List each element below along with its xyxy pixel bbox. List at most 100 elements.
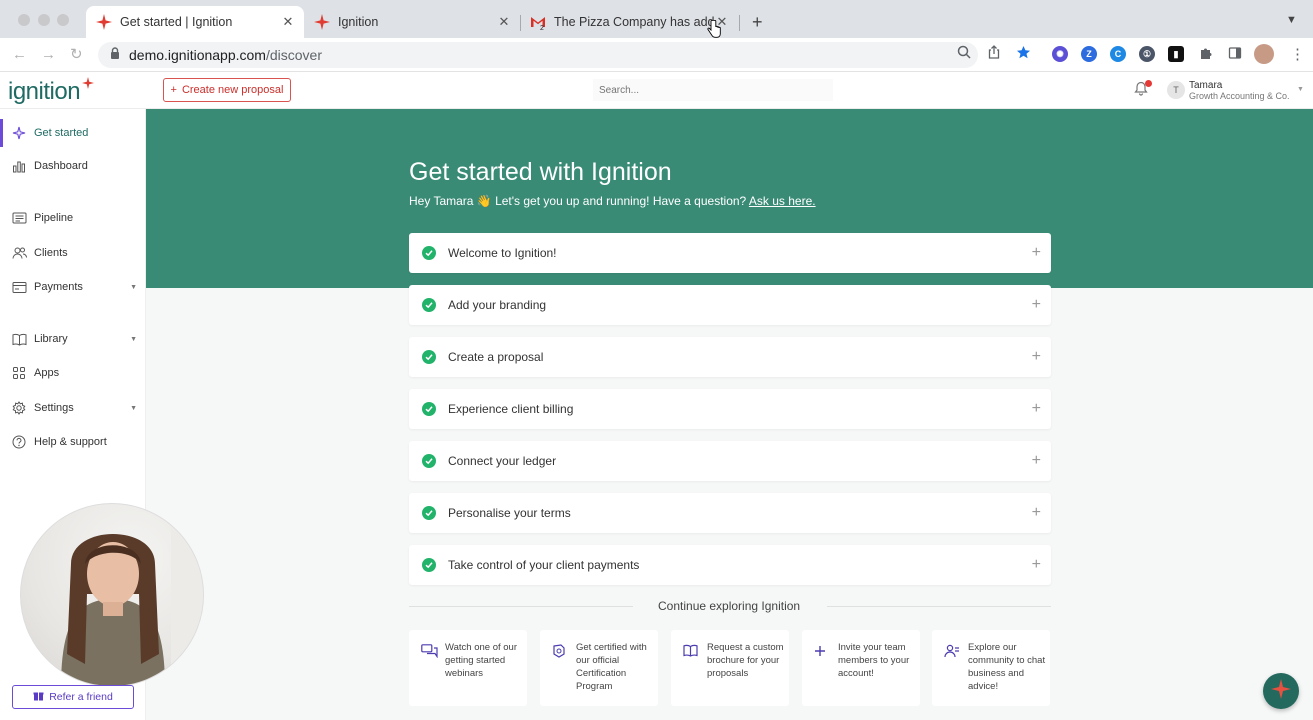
sidebar-item-get-started[interactable]: Get started [0,119,146,147]
side-panel-icon[interactable] [1226,44,1244,62]
step-label: Personalise your terms [448,506,571,520]
window-minimize-button[interactable] [38,14,50,26]
bookmark-star-icon[interactable] [1014,43,1032,61]
share-icon[interactable] [985,43,1003,61]
hero-subtitle: Hey Tamara 👋 Let's get you up and runnin… [409,194,816,208]
sidebar-item-clients[interactable]: Clients [0,239,146,267]
card-text: Request a custom brochure for your propo… [707,642,784,679]
new-tab-icon[interactable]: + [752,12,763,33]
step-proposal[interactable]: Create a proposal + [409,337,1051,377]
lock-icon [110,46,120,64]
sidebar-item-label: Pipeline [34,212,74,224]
window-zoom-button[interactable] [57,14,69,26]
expand-plus-icon[interactable]: + [1032,452,1041,470]
zoom-magnifier-icon[interactable] [955,43,973,61]
divider [409,606,633,607]
card-community[interactable]: Explore our community to chat business a… [932,630,1050,706]
extension-password-icon[interactable]: ① [1139,46,1155,62]
expand-plus-icon[interactable]: + [1032,348,1041,366]
expand-plus-icon[interactable]: + [1032,296,1041,314]
address-bar[interactable]: demo.ignitionapp.com/discover [98,42,978,68]
tab-search-chevron-icon[interactable]: ▼ [1286,14,1297,26]
sidebar-item-label: Dashboard [34,160,88,172]
step-label: Take control of your client payments [448,558,640,572]
ignition-star-icon [96,14,112,30]
expand-plus-icon[interactable]: + [1032,400,1041,418]
sidebar-item-label: Get started [34,127,89,139]
step-terms[interactable]: Personalise your terms + [409,493,1051,533]
expand-plus-icon[interactable]: + [1032,504,1041,522]
profile-avatar-icon[interactable] [1254,44,1274,64]
certificate-icon [552,644,566,664]
step-label: Welcome to Ignition! [448,246,557,260]
sidebar-item-label: Settings [34,402,74,414]
step-branding[interactable]: Add your branding + [409,285,1051,325]
card-brochure[interactable]: Request a custom brochure for your propo… [671,630,789,706]
browser-tab-ignition[interactable]: Ignition ✕ [304,6,520,38]
step-payments[interactable]: Take control of your client payments + [409,545,1051,585]
ignition-logo[interactable]: ignition [8,78,81,106]
card-invite-team[interactable]: Invite your team members to your account… [802,630,920,706]
refer-friend-button[interactable]: Refer a friend [12,685,134,709]
extensions-puzzle-icon[interactable] [1197,44,1215,62]
sidebar-item-settings[interactable]: Settings ▼ [0,394,146,422]
tab-title: Get started | Ignition [120,15,233,29]
user-menu-caret-icon[interactable]: ▼ [1297,86,1304,93]
check-circle-icon [422,506,436,520]
close-tab-icon[interactable]: ✕ [280,14,296,30]
browser-tab-get-started[interactable]: Get started | Ignition ✕ [86,6,304,38]
open-book-icon [11,331,27,347]
gmail-icon: 2 [530,14,546,30]
extension-snowflake-icon[interactable]: ✺ [1052,46,1068,62]
bar-chart-icon [11,158,27,174]
sidebar-item-label: Library [34,333,68,345]
create-proposal-button[interactable]: + Create new proposal [163,78,291,102]
credit-card-icon [11,279,27,295]
sidebar-item-pipeline[interactable]: Pipeline [0,204,146,232]
extension-z-icon[interactable]: Z [1081,46,1097,62]
step-welcome[interactable]: Welcome to Ignition! + [409,233,1051,273]
card-text: Watch one of our getting started webinar… [445,642,517,679]
expand-plus-icon[interactable]: + [1032,556,1041,574]
expand-plus-icon[interactable]: + [1032,244,1041,262]
check-circle-icon [422,350,436,364]
user-name[interactable]: Tamara [1189,80,1222,91]
user-avatar[interactable]: T [1167,81,1185,99]
close-tab-icon[interactable]: ✕ [496,14,512,30]
sidebar-item-dashboard[interactable]: Dashboard [0,152,146,180]
divider [827,606,1051,607]
step-ledger[interactable]: Connect your ledger + [409,441,1051,481]
sidebar-item-label: Help & support [34,436,107,448]
reload-icon[interactable]: ↻ [70,45,83,63]
sidebar-item-help[interactable]: Help & support [0,428,146,456]
card-webinars[interactable]: Watch one of our getting started webinar… [409,630,527,706]
browser-menu-icon[interactable]: ⋮ [1290,45,1305,63]
url-text: demo.ignitionapp.com/discover [129,47,323,63]
step-billing[interactable]: Experience client billing + [409,389,1051,429]
back-arrow-icon[interactable]: ← [12,46,27,63]
chat-launcher-button[interactable] [1263,673,1299,709]
presenter-webcam [20,503,204,687]
card-text: Invite your team members to your account… [838,642,910,679]
chat-bubbles-icon [421,644,438,663]
sidebar-item-apps[interactable]: Apps [0,359,146,387]
ask-us-link[interactable]: Ask us here. [749,194,816,208]
step-label: Create a proposal [448,350,544,364]
window-close-button[interactable] [18,14,30,26]
sidebar-item-label: Clients [34,247,68,259]
browser-tab-gmail[interactable]: 2 The Pizza Company has adde ✕ [520,6,738,38]
card-certification[interactable]: Get certified with our official Certific… [540,630,658,706]
step-label: Connect your ledger [448,454,557,468]
tab-separator [739,15,740,31]
apps-grid-icon [11,365,27,381]
gear-icon [11,400,27,416]
extension-terminal-icon[interactable]: ▮ [1168,46,1184,62]
tab-title: Ignition [338,15,379,29]
chevron-down-icon: ▼ [130,335,137,343]
sidebar-item-library[interactable]: Library ▼ [0,325,146,353]
search-input[interactable] [593,79,833,101]
forward-arrow-icon[interactable]: → [41,46,56,63]
chevron-down-icon: ▼ [130,283,137,291]
sidebar-item-payments[interactable]: Payments ▼ [0,273,146,301]
extension-c-icon[interactable]: C [1110,46,1126,62]
